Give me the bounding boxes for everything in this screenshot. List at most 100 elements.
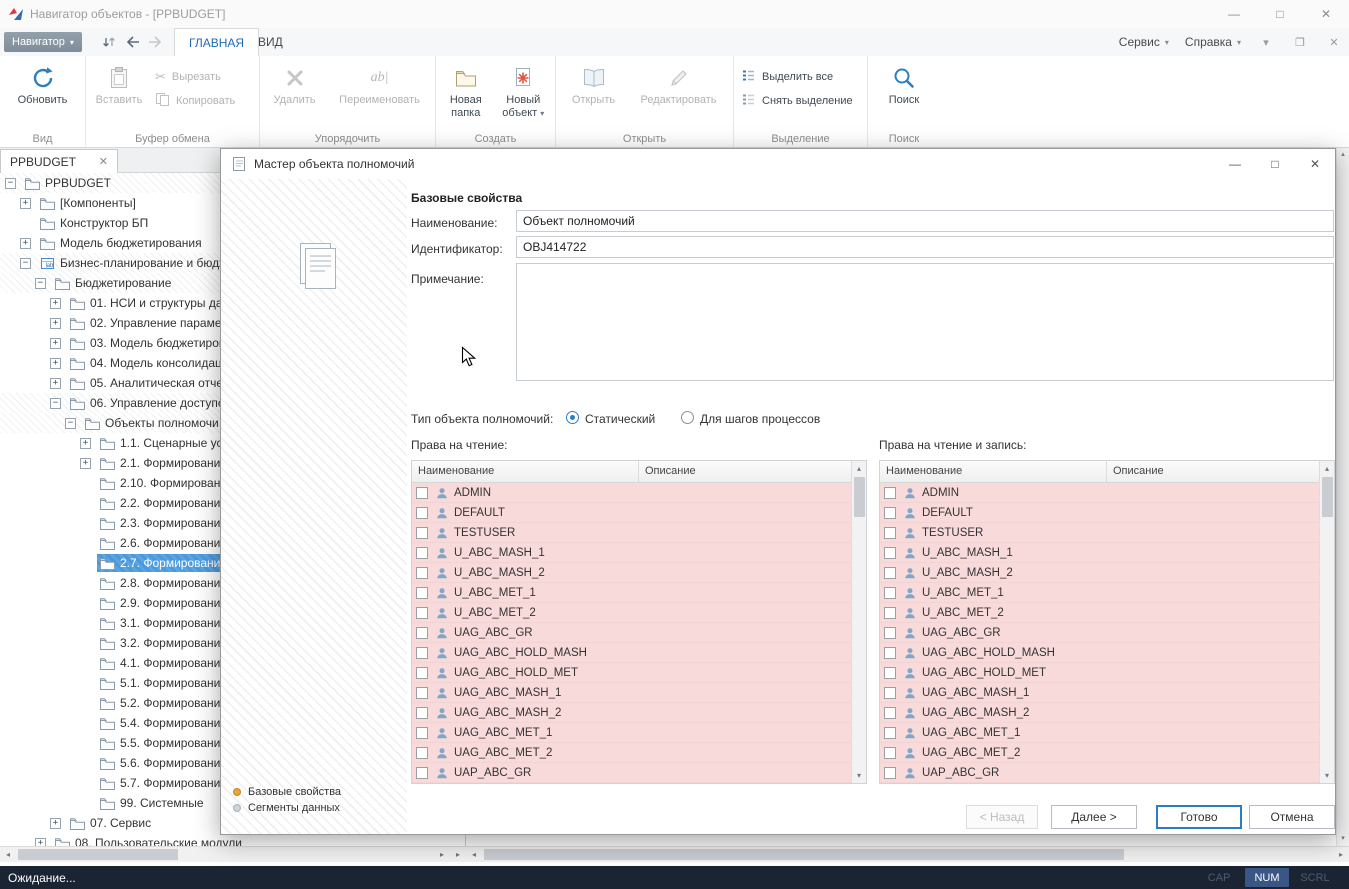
scrollbar-thumb[interactable] bbox=[484, 849, 1124, 860]
column-header-name[interactable]: Наименование bbox=[880, 461, 1107, 482]
member-row[interactable]: UAG_ABC_MASH_1 bbox=[880, 683, 1319, 703]
static-type-label[interactable]: Статический bbox=[585, 412, 655, 426]
scroll-right-icon[interactable]: ▸ bbox=[1333, 847, 1349, 862]
expand-icon[interactable]: + bbox=[50, 338, 61, 349]
tab-view[interactable]: ВИД bbox=[244, 28, 297, 56]
member-checkbox[interactable] bbox=[416, 507, 428, 519]
member-row[interactable]: UAG_ABC_GR bbox=[412, 623, 851, 643]
member-row[interactable]: UAG_ABC_HOLD_MASH bbox=[880, 643, 1319, 663]
expand-icon[interactable]: + bbox=[20, 238, 31, 249]
member-checkbox[interactable] bbox=[416, 727, 428, 739]
member-row[interactable]: UAG_ABC_HOLD_MASH bbox=[412, 643, 851, 663]
member-checkbox[interactable] bbox=[416, 647, 428, 659]
scroll-up-icon[interactable]: ▴ bbox=[1337, 148, 1349, 162]
member-checkbox[interactable] bbox=[884, 527, 896, 539]
collapse-icon[interactable]: − bbox=[20, 258, 31, 269]
name-field[interactable] bbox=[516, 210, 1334, 232]
member-row[interactable]: UAP_ABC_GR bbox=[412, 763, 851, 783]
scrollbar-thumb[interactable] bbox=[854, 477, 865, 517]
close-tab-icon[interactable]: ✕ bbox=[99, 155, 108, 168]
finish-button[interactable]: Готово bbox=[1156, 805, 1242, 829]
member-checkbox[interactable] bbox=[416, 667, 428, 679]
member-row[interactable]: UAG_ABC_MET_2 bbox=[880, 743, 1319, 763]
expand-icon[interactable]: + bbox=[50, 818, 61, 829]
member-checkbox[interactable] bbox=[884, 607, 896, 619]
member-checkbox[interactable] bbox=[416, 487, 428, 499]
refresh-button[interactable]: Обновить bbox=[5, 59, 81, 123]
member-checkbox[interactable] bbox=[884, 707, 896, 719]
collapse-ribbon-icon[interactable]: ▾ bbox=[1257, 36, 1275, 49]
member-checkbox[interactable] bbox=[416, 627, 428, 639]
scroll-left-icon[interactable]: ◂ bbox=[0, 847, 16, 862]
close-ribbon-icon[interactable]: ✕ bbox=[1325, 36, 1343, 49]
member-row[interactable]: U_ABC_MET_1 bbox=[880, 583, 1319, 603]
expand-icon[interactable]: + bbox=[20, 198, 31, 209]
member-checkbox[interactable] bbox=[884, 487, 896, 499]
close-icon[interactable]: ✕ bbox=[1303, 0, 1349, 28]
sidebar-horizontal-scrollbar[interactable]: ◂ ▸ ▸ bbox=[0, 846, 466, 862]
member-row[interactable]: UAG_ABC_GR bbox=[880, 623, 1319, 643]
member-row[interactable]: ADMIN bbox=[412, 483, 851, 503]
member-checkbox[interactable] bbox=[416, 587, 428, 599]
new-object-button[interactable]: Новый объект ▾ bbox=[495, 59, 552, 123]
member-checkbox[interactable] bbox=[416, 527, 428, 539]
note-field[interactable] bbox=[516, 263, 1334, 381]
scroll-down-icon[interactable]: ▾ bbox=[1337, 832, 1349, 846]
scroll-up-icon[interactable]: ▴ bbox=[852, 461, 866, 476]
member-checkbox[interactable] bbox=[884, 687, 896, 699]
member-row[interactable]: ADMIN bbox=[880, 483, 1319, 503]
deselect-button[interactable]: Снять выделение bbox=[737, 91, 857, 111]
expand-icon[interactable]: + bbox=[80, 438, 91, 449]
member-checkbox[interactable] bbox=[416, 547, 428, 559]
dialog-maximize-icon[interactable]: □ bbox=[1255, 149, 1295, 179]
new-folder-button[interactable]: Новая папка bbox=[439, 59, 493, 123]
service-menu[interactable]: Сервис▾ bbox=[1119, 35, 1169, 49]
wizard-step-segments[interactable]: Сегменты данных bbox=[233, 802, 340, 814]
scroll-right-icon[interactable]: ▸ bbox=[450, 847, 466, 862]
scroll-down-icon[interactable]: ▾ bbox=[1320, 768, 1334, 783]
main-vertical-scrollbar[interactable]: ▴ ▾ bbox=[1336, 148, 1349, 846]
member-row[interactable]: U_ABC_MASH_1 bbox=[412, 543, 851, 563]
scroll-up-icon[interactable]: ▴ bbox=[1320, 461, 1334, 476]
column-header-description[interactable]: Описание bbox=[1107, 461, 1319, 482]
member-row[interactable]: UAG_ABC_HOLD_MET bbox=[880, 663, 1319, 683]
member-row[interactable]: TESTUSER bbox=[412, 523, 851, 543]
dialog-minimize-icon[interactable]: — bbox=[1215, 149, 1255, 179]
scroll-right-icon[interactable]: ▸ bbox=[434, 847, 450, 862]
member-row[interactable]: UAG_ABC_MET_1 bbox=[412, 723, 851, 743]
collapse-icon[interactable]: − bbox=[5, 178, 16, 189]
grid-vertical-scrollbar[interactable]: ▴ ▾ bbox=[1319, 461, 1334, 783]
back-icon[interactable] bbox=[124, 34, 142, 50]
member-checkbox[interactable] bbox=[884, 547, 896, 559]
member-row[interactable]: DEFAULT bbox=[880, 503, 1319, 523]
member-row[interactable]: TESTUSER bbox=[880, 523, 1319, 543]
member-checkbox[interactable] bbox=[884, 667, 896, 679]
expand-icon[interactable]: + bbox=[80, 458, 91, 469]
expand-icon[interactable]: + bbox=[35, 838, 46, 847]
navigator-menu-button[interactable]: Навигатор ▾ bbox=[4, 32, 82, 52]
dialog-close-icon[interactable]: ✕ bbox=[1295, 149, 1335, 179]
member-checkbox[interactable] bbox=[416, 567, 428, 579]
minimize-icon[interactable]: — bbox=[1211, 0, 1257, 28]
member-row[interactable]: U_ABC_MASH_1 bbox=[880, 543, 1319, 563]
scrollbar-thumb[interactable] bbox=[18, 849, 178, 860]
member-checkbox[interactable] bbox=[884, 587, 896, 599]
process-steps-type-radio[interactable] bbox=[681, 411, 694, 424]
member-row[interactable]: UAG_ABC_MASH_2 bbox=[880, 703, 1319, 723]
member-checkbox[interactable] bbox=[416, 687, 428, 699]
float-ribbon-icon[interactable]: ❐ bbox=[1291, 36, 1309, 49]
scroll-down-icon[interactable]: ▾ bbox=[852, 768, 866, 783]
process-steps-type-label[interactable]: Для шагов процессов bbox=[700, 412, 820, 426]
member-checkbox[interactable] bbox=[884, 567, 896, 579]
expand-icon[interactable]: + bbox=[50, 318, 61, 329]
help-menu[interactable]: Справка▾ bbox=[1185, 35, 1241, 49]
main-horizontal-scrollbar[interactable]: ◂ ▸ bbox=[466, 846, 1349, 862]
member-row[interactable]: U_ABC_MET_1 bbox=[412, 583, 851, 603]
member-row[interactable]: U_ABC_MET_2 bbox=[412, 603, 851, 623]
member-row[interactable]: UAG_ABC_HOLD_MET bbox=[412, 663, 851, 683]
select-all-button[interactable]: Выделить все bbox=[737, 67, 857, 87]
scrollbar-thumb[interactable] bbox=[1322, 477, 1333, 517]
sort-filter-icon[interactable] bbox=[100, 34, 118, 50]
member-row[interactable]: DEFAULT bbox=[412, 503, 851, 523]
member-row[interactable]: UAP_ABC_GR bbox=[880, 763, 1319, 783]
